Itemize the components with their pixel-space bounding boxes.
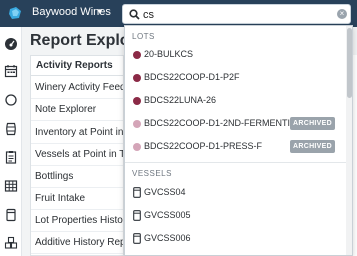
vessel-result-item[interactable]: GVCSS005 bbox=[125, 205, 345, 227]
lot-result-item[interactable]: BDCS22COOP-D1-P2F bbox=[125, 67, 345, 89]
report-row[interactable]: Fruit Intake bbox=[31, 188, 123, 210]
dropdown-scrollbar-thumb[interactable] bbox=[347, 28, 352, 98]
barrel-icon[interactable] bbox=[4, 122, 18, 136]
cases-stack-icon[interactable] bbox=[4, 236, 18, 250]
archived-badge: ARCHIVED bbox=[290, 117, 335, 130]
tank-icon bbox=[133, 210, 141, 221]
lot-name: BDCS22COOP-D1-P2F bbox=[144, 72, 240, 82]
search-results-dropdown: LOTS 20-BULKCS BDCS22COOP-D1-P2F BDCS22L… bbox=[124, 25, 353, 256]
report-row[interactable]: Additive History Report bbox=[31, 232, 123, 254]
clipboard-icon[interactable] bbox=[4, 150, 18, 164]
lot-color-dot bbox=[133, 143, 141, 151]
vessel-result-item[interactable]: GVCSS006 bbox=[125, 228, 345, 250]
vessel-result-item[interactable]: GVCSS04 bbox=[125, 182, 345, 204]
report-row[interactable]: Note Explorer bbox=[31, 99, 123, 121]
search-icon bbox=[129, 9, 140, 20]
calendar-icon[interactable] bbox=[4, 64, 18, 78]
vessel-name: GVCSS006 bbox=[144, 233, 191, 243]
lot-color-dot bbox=[133, 74, 141, 82]
left-sidebar bbox=[0, 27, 22, 256]
vessel-name: GVCSS005 bbox=[144, 210, 191, 220]
lot-name: BDCS22COOP-D1-2ND-FERMENTING bbox=[144, 118, 304, 128]
tank-icon bbox=[133, 187, 141, 198]
dashboard-gauge-icon[interactable] bbox=[4, 37, 18, 51]
archived-badge: ARCHIVED bbox=[290, 140, 335, 153]
lot-color-dot bbox=[133, 97, 141, 105]
global-search[interactable]: × bbox=[122, 4, 351, 24]
section-divider bbox=[125, 162, 347, 163]
lot-result-item[interactable]: BDCS22COOP-D1-2ND-FERMENTING ARCHIVED bbox=[125, 113, 345, 135]
lots-section-label: LOTS bbox=[132, 32, 155, 41]
grape-circle-icon[interactable] bbox=[4, 93, 18, 107]
report-row[interactable]: Inventory at Point in Time bbox=[31, 122, 123, 144]
lot-color-dot bbox=[133, 51, 141, 59]
lot-result-item[interactable]: BDCS22LUNA-26 bbox=[125, 90, 345, 112]
report-list-header: Activity Reports bbox=[31, 56, 123, 76]
lot-name: BDCS22LUNA-26 bbox=[144, 95, 217, 105]
top-bar: Baywood Wines ▼ × bbox=[0, 0, 357, 27]
report-row[interactable]: Lot Properties History bbox=[31, 210, 123, 232]
report-list: Activity Reports Winery Activity Feed No… bbox=[30, 55, 124, 256]
report-row[interactable]: Winery Activity Feed bbox=[31, 77, 123, 99]
report-row[interactable]: Vessels at Point in Time bbox=[31, 144, 123, 166]
report-row[interactable]: Bottlings bbox=[31, 166, 123, 188]
vessels-section-label: VESSELS bbox=[132, 169, 172, 178]
lot-color-dot bbox=[133, 120, 141, 128]
tank-icon bbox=[133, 233, 141, 244]
chevron-down-icon[interactable]: ▼ bbox=[96, 7, 104, 16]
search-input[interactable] bbox=[143, 7, 323, 22]
lot-result-item[interactable]: BDCS22COOP-D1-PRESS-F ARCHIVED bbox=[125, 136, 345, 158]
vessel-name: GVCSS04 bbox=[144, 187, 186, 197]
lot-name: 20-BULKCS bbox=[144, 49, 194, 59]
lot-name: BDCS22COOP-D1-PRESS-F bbox=[144, 141, 263, 151]
tank-icon[interactable] bbox=[4, 208, 18, 222]
table-grid-icon[interactable] bbox=[4, 179, 18, 193]
lot-result-item[interactable]: 20-BULKCS bbox=[125, 44, 345, 66]
clear-search-icon[interactable]: × bbox=[337, 9, 347, 19]
app-logo-icon[interactable] bbox=[7, 5, 23, 21]
